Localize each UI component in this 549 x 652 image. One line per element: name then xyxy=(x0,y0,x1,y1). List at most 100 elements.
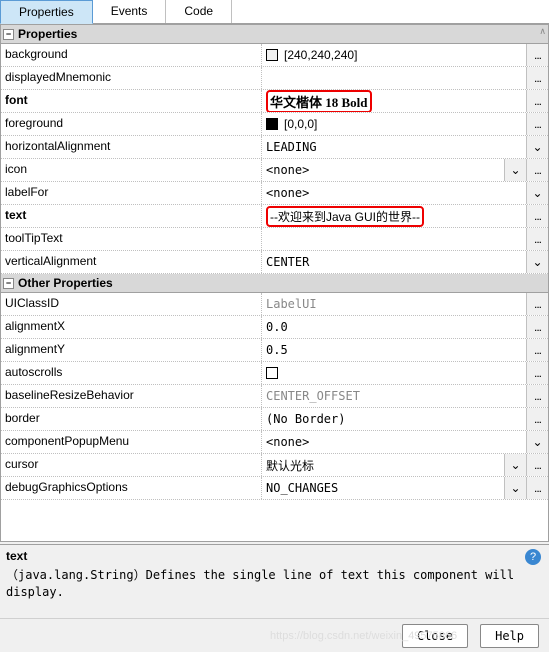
dropdown-button[interactable]: ⌄ xyxy=(526,431,548,453)
section-other[interactable]: − Other Properties xyxy=(1,274,548,293)
description-panel: ? text （java.lang.String）Defines the sin… xyxy=(0,544,549,614)
row-alignmentX: alignmentX 0.0 ... xyxy=(1,316,548,339)
ellipsis-button[interactable]: ... xyxy=(526,159,548,181)
row-debugGraphicsOptions: debugGraphicsOptions NO_CHANGES ⌄ ... xyxy=(1,477,548,500)
help-icon[interactable]: ? xyxy=(525,549,541,565)
tab-properties[interactable]: Properties xyxy=(0,0,93,24)
prop-label: border xyxy=(1,408,261,430)
prop-value[interactable]: 0.0 xyxy=(261,316,526,338)
section-label: Properties xyxy=(18,27,77,41)
prop-value[interactable]: 0.5 xyxy=(261,339,526,361)
row-cursor: cursor 默认光标 ⌄ ... xyxy=(1,454,548,477)
prop-label: horizontalAlignment xyxy=(1,136,261,158)
ellipsis-button[interactable]: ... xyxy=(526,44,548,66)
prop-value[interactable]: <none> xyxy=(261,159,504,181)
tab-bar: Properties Events Code xyxy=(0,0,549,24)
prop-label: debugGraphicsOptions xyxy=(1,477,261,499)
highlight-font: 华文楷体 18 Bold xyxy=(266,90,372,112)
ellipsis-button[interactable]: ... xyxy=(526,362,548,384)
prop-value[interactable]: 华文楷体 18 Bold xyxy=(261,90,526,112)
prop-label: font xyxy=(1,90,261,112)
prop-label: componentPopupMenu xyxy=(1,431,261,453)
row-background: background [240,240,240] ... xyxy=(1,44,548,67)
ellipsis-button[interactable]: ... xyxy=(526,454,548,476)
prop-label: verticalAlignment xyxy=(1,251,261,273)
ellipsis-button[interactable]: ... xyxy=(526,293,548,315)
dropdown-button[interactable]: ⌄ xyxy=(504,477,526,499)
ellipsis-button[interactable]: ... xyxy=(526,316,548,338)
row-toolTipText: toolTipText ... xyxy=(1,228,548,251)
dropdown-button[interactable]: ⌄ xyxy=(526,251,548,273)
prop-value: CENTER_OFFSET xyxy=(261,385,526,407)
row-componentPopupMenu: componentPopupMenu <none> ⌄ xyxy=(1,431,548,454)
color-swatch xyxy=(266,118,278,130)
prop-label: background xyxy=(1,44,261,66)
prop-label: alignmentX xyxy=(1,316,261,338)
prop-value[interactable]: <none> xyxy=(261,431,526,453)
prop-value[interactable] xyxy=(261,228,526,250)
row-icon: icon <none> ⌄ ... xyxy=(1,159,548,182)
prop-label: toolTipText xyxy=(1,228,261,250)
row-horizontalAlignment: horizontalAlignment LEADING ⌄ xyxy=(1,136,548,159)
prop-label: displayedMnemonic xyxy=(1,67,261,89)
prop-value[interactable]: --欢迎来到Java GUI的世界-- xyxy=(261,205,526,227)
tab-events[interactable]: Events xyxy=(93,0,167,23)
dropdown-button[interactable]: ⌄ xyxy=(526,182,548,204)
prop-label: cursor xyxy=(1,454,261,476)
prop-value[interactable]: [240,240,240] xyxy=(261,44,526,66)
ellipsis-button[interactable]: ... xyxy=(526,228,548,250)
prop-label: foreground xyxy=(1,113,261,135)
ellipsis-button[interactable]: ... xyxy=(526,205,548,227)
ellipsis-button[interactable]: ... xyxy=(526,339,548,361)
row-baselineResizeBehavior: baselineResizeBehavior CENTER_OFFSET ... xyxy=(1,385,548,408)
prop-value[interactable]: LEADING xyxy=(261,136,526,158)
prop-value[interactable] xyxy=(261,67,526,89)
ellipsis-button[interactable]: ... xyxy=(526,477,548,499)
property-grid: − Properties background [240,240,240] ..… xyxy=(0,24,549,542)
prop-label: autoscrolls xyxy=(1,362,261,384)
prop-value: LabelUI xyxy=(261,293,526,315)
row-border: border (No Border) ... xyxy=(1,408,548,431)
row-text: text --欢迎来到Java GUI的世界-- ... xyxy=(1,205,548,228)
ellipsis-button[interactable]: ... xyxy=(526,385,548,407)
dropdown-button[interactable]: ⌄ xyxy=(504,454,526,476)
ellipsis-button[interactable]: ... xyxy=(526,67,548,89)
section-label: Other Properties xyxy=(18,276,113,290)
ellipsis-button[interactable]: ... xyxy=(526,90,548,112)
row-font: font 华文楷体 18 Bold ... xyxy=(1,90,548,113)
prop-label: icon xyxy=(1,159,261,181)
prop-label: baselineResizeBehavior xyxy=(1,385,261,407)
color-swatch xyxy=(266,49,278,61)
row-autoscrolls: autoscrolls ... xyxy=(1,362,548,385)
prop-value[interactable]: CENTER xyxy=(261,251,526,273)
prop-value[interactable] xyxy=(261,362,526,384)
dropdown-button[interactable]: ⌄ xyxy=(504,159,526,181)
row-UIClassID: UIClassID LabelUI ... xyxy=(1,293,548,316)
prop-value[interactable]: (No Border) xyxy=(261,408,526,430)
prop-label: alignmentY xyxy=(1,339,261,361)
row-verticalAlignment: verticalAlignment CENTER ⌄ xyxy=(1,251,548,274)
ellipsis-button[interactable]: ... xyxy=(526,408,548,430)
prop-value[interactable]: NO_CHANGES xyxy=(261,477,504,499)
footer: https://blog.csdn.net/weixin_49575866 Cl… xyxy=(0,618,549,652)
row-foreground: foreground [0,0,0] ... xyxy=(1,113,548,136)
row-displayedMnemonic: displayedMnemonic ... xyxy=(1,67,548,90)
watermark: https://blog.csdn.net/weixin_49575866 xyxy=(270,630,457,642)
ellipsis-button[interactable]: ... xyxy=(526,113,548,135)
section-properties[interactable]: − Properties xyxy=(1,25,548,44)
collapse-icon[interactable]: − xyxy=(3,278,14,289)
prop-label: labelFor xyxy=(1,182,261,204)
checkbox[interactable] xyxy=(266,367,278,379)
tab-code[interactable]: Code xyxy=(166,0,232,23)
row-labelFor: labelFor <none> ⌄ xyxy=(1,182,548,205)
prop-value[interactable]: <none> xyxy=(261,182,526,204)
prop-value[interactable]: [0,0,0] xyxy=(261,113,526,135)
prop-label: UIClassID xyxy=(1,293,261,315)
collapse-icon[interactable]: − xyxy=(3,29,14,40)
scroll-up-icon[interactable]: ∧ xyxy=(539,26,546,37)
prop-label: text xyxy=(1,205,261,227)
help-button[interactable]: Help xyxy=(480,624,539,648)
desc-body: （java.lang.String）Defines the single lin… xyxy=(6,567,543,601)
prop-value[interactable]: 默认光标 xyxy=(261,454,504,476)
dropdown-button[interactable]: ⌄ xyxy=(526,136,548,158)
